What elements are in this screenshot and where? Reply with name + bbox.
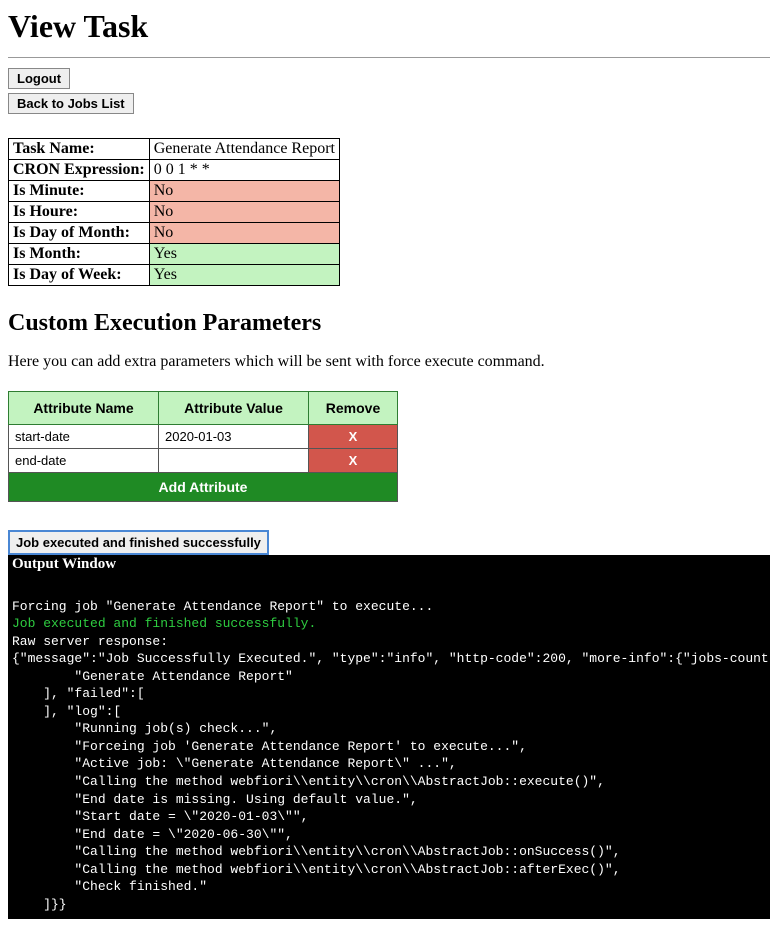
output-body: Forcing job "Generate Attendance Report"… xyxy=(8,574,770,919)
output-line: "Forceing job 'Generate Attendance Repor… xyxy=(12,739,527,754)
output-line: {"message":"Job Successfully Executed.",… xyxy=(12,651,770,666)
attribute-value-input[interactable] xyxy=(163,452,308,469)
output-window: Output Window Forcing job "Generate Atte… xyxy=(8,555,770,919)
task-info-label: Task Name: xyxy=(9,139,150,160)
output-line: Forcing job "Generate Attendance Report"… xyxy=(12,599,433,614)
task-info-label: Is Day of Week: xyxy=(9,265,150,286)
output-title: Output Window xyxy=(8,555,770,574)
task-info-value: Yes xyxy=(149,244,339,265)
params-header-remove: Remove xyxy=(309,392,398,425)
custom-params-description: Here you can add extra parameters which … xyxy=(8,353,770,371)
status-message: Job executed and finished successfully xyxy=(8,530,269,555)
output-line: Raw server response: xyxy=(12,634,168,649)
output-line: ], "log":[ xyxy=(12,704,121,719)
remove-button[interactable]: X xyxy=(309,425,398,449)
task-info-label: CRON Expression: xyxy=(9,160,150,181)
output-line: "Active job: \"Generate Attendance Repor… xyxy=(12,756,457,771)
output-line: "Calling the method webfiori\\entity\\cr… xyxy=(12,774,605,789)
divider xyxy=(8,57,770,58)
task-info-label: Is Houre: xyxy=(9,202,150,223)
params-header-name: Attribute Name xyxy=(9,392,159,425)
back-button[interactable]: Back to Jobs List xyxy=(8,93,134,114)
task-info-value: No xyxy=(149,181,339,202)
page-title: View Task xyxy=(8,8,770,45)
task-info-label: Is Minute: xyxy=(9,181,150,202)
task-info-value: 0 0 1 * * xyxy=(149,160,339,181)
output-line: "Generate Attendance Report" xyxy=(12,669,293,684)
table-row: X xyxy=(9,425,398,449)
output-line: "Calling the method webfiori\\entity\\cr… xyxy=(12,844,621,859)
task-info-value: Yes xyxy=(149,265,339,286)
output-line: "Running job(s) check...", xyxy=(12,721,277,736)
logout-button[interactable]: Logout xyxy=(8,68,70,89)
task-info-label: Is Month: xyxy=(9,244,150,265)
task-info-label: Is Day of Month: xyxy=(9,223,150,244)
output-line: Job executed and finished successfully. xyxy=(12,616,316,631)
attribute-name-input[interactable] xyxy=(13,428,158,445)
params-table: Attribute Name Attribute Value Remove XX… xyxy=(8,391,398,502)
output-line: "End date = \"2020-06-30\"", xyxy=(12,827,293,842)
custom-params-heading: Custom Execution Parameters xyxy=(8,310,770,337)
attribute-value-input[interactable] xyxy=(163,428,308,445)
table-row: X xyxy=(9,449,398,473)
output-line: ], "failed":[ xyxy=(12,686,145,701)
attribute-name-input[interactable] xyxy=(13,452,158,469)
task-info-value: Generate Attendance Report xyxy=(149,139,339,160)
remove-button[interactable]: X xyxy=(309,449,398,473)
output-line: "Check finished." xyxy=(12,879,207,894)
task-info-table: Task Name:Generate Attendance ReportCRON… xyxy=(8,138,340,286)
output-line: ]}} xyxy=(12,897,67,912)
params-header-value: Attribute Value xyxy=(159,392,309,425)
task-info-value: No xyxy=(149,223,339,244)
output-line: "Calling the method webfiori\\entity\\cr… xyxy=(12,862,621,877)
output-line: "Start date = \"2020-01-03\"", xyxy=(12,809,308,824)
task-info-value: No xyxy=(149,202,339,223)
output-line: "End date is missing. Using default valu… xyxy=(12,792,418,807)
add-attribute-button[interactable]: Add Attribute xyxy=(9,473,398,502)
